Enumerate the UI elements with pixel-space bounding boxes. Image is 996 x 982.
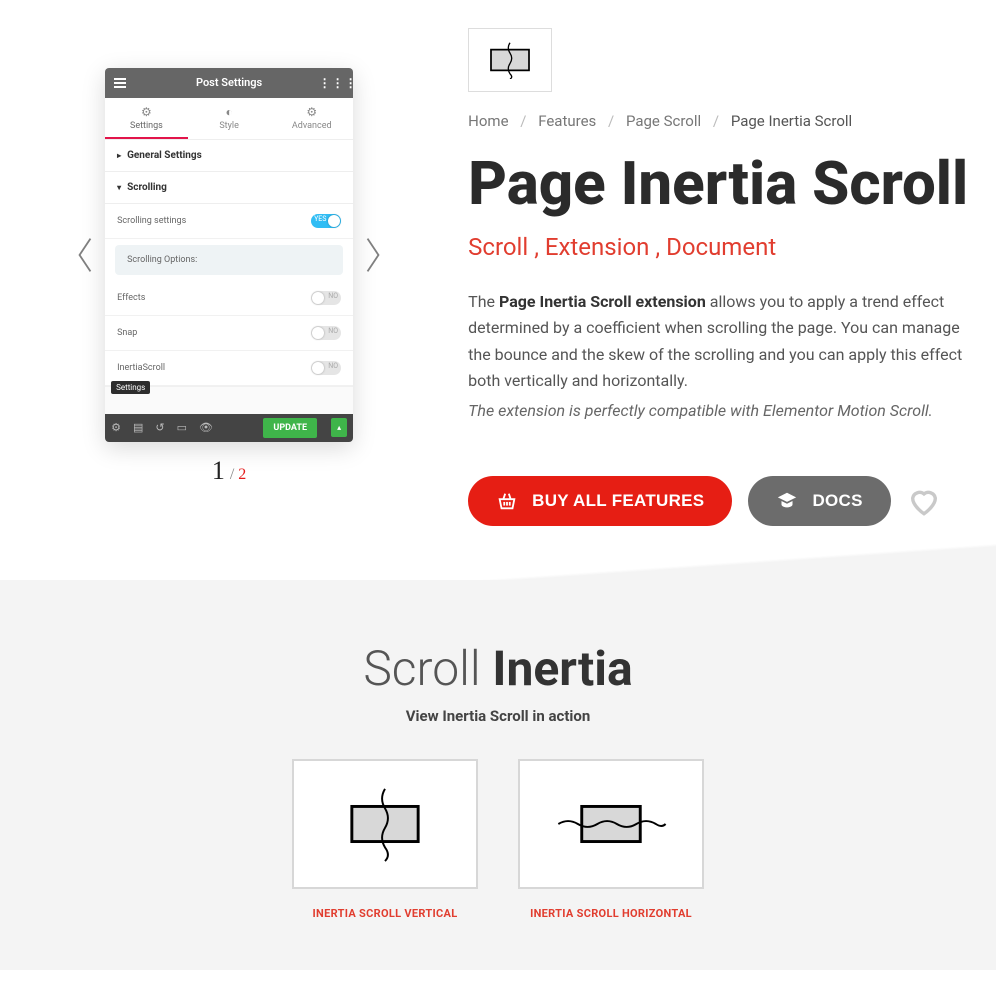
breadcrumb: Home / Features / Page Scroll / Page Ine…	[468, 112, 976, 130]
tab-settings[interactable]: ⚙ Settings	[105, 98, 188, 139]
tag-document[interactable]: Document	[666, 233, 776, 261]
gear-icon: ⚙	[305, 105, 319, 119]
carousel-counter: 1 / 2	[65, 456, 393, 486]
description-note: The extension is perfectly compatible wi…	[468, 401, 976, 420]
card-label-vertical: INERTIA SCROLL VERTICAL	[292, 907, 478, 920]
toggle-effects[interactable]: NO	[311, 291, 341, 305]
card-inertia-vertical[interactable]	[292, 759, 478, 889]
feature-thumbnail	[468, 28, 552, 92]
section-scrolling[interactable]: ▾ Scrolling	[105, 172, 353, 204]
card-label-horizontal: INERTIA SCROLL HORIZONTAL	[518, 907, 704, 920]
tab-advanced[interactable]: ⚙ Advanced	[270, 98, 353, 139]
description: The Page Inertia Scroll extension allows…	[468, 289, 976, 395]
tab-style[interactable]: ◐ Style	[188, 98, 271, 139]
breadcrumb-pagescroll[interactable]: Page Scroll	[626, 112, 701, 130]
gear-icon[interactable]: ⚙	[111, 421, 121, 434]
buy-all-button[interactable]: BUY ALL FEATURES	[468, 476, 732, 526]
carousel-next[interactable]	[353, 235, 393, 275]
gear-icon: ⚙	[139, 105, 153, 119]
toggle-snap[interactable]: NO	[311, 326, 341, 340]
panel-title: Post Settings	[196, 76, 262, 89]
settings-panel: Post Settings ⋮⋮⋮ ⚙ Settings ◐ Style	[105, 68, 353, 442]
basket-icon	[496, 490, 518, 512]
history-icon[interactable]: ↺	[155, 421, 164, 434]
favorite-button[interactable]	[907, 484, 941, 518]
section-heading: Scroll Inertia	[0, 640, 996, 697]
update-button[interactable]: UPDATE	[263, 418, 317, 438]
layers-icon[interactable]: ▤	[133, 421, 143, 434]
row-scrolling-options: Scrolling Options:	[115, 245, 343, 275]
toggle-scrolling-settings[interactable]: YES	[311, 214, 341, 228]
settings-tooltip: Settings	[111, 381, 150, 394]
eye-icon[interactable]: 👁	[199, 421, 213, 434]
section-general[interactable]: ▸ General Settings	[105, 140, 353, 172]
grid-icon[interactable]: ⋮⋮⋮	[331, 76, 345, 90]
row-scrolling-settings: Scrolling settings YES	[105, 204, 353, 239]
breadcrumb-current: Page Inertia Scroll	[731, 112, 852, 130]
responsive-icon[interactable]: ▭	[177, 421, 187, 434]
hamburger-icon[interactable]	[113, 76, 127, 90]
page-title: Page Inertia Scroll	[468, 152, 976, 215]
tag-scroll[interactable]: Scroll	[468, 233, 528, 261]
chevron-down-icon: ▾	[117, 183, 121, 192]
breadcrumb-features[interactable]: Features	[538, 112, 596, 130]
contrast-icon: ◐	[222, 105, 236, 119]
breadcrumb-home[interactable]: Home	[468, 112, 508, 130]
toggle-inertia[interactable]: NO	[311, 361, 341, 375]
row-snap: Snap NO	[105, 316, 353, 351]
row-effects: Effects NO	[105, 281, 353, 316]
tag-extension[interactable]: Extension	[545, 233, 650, 261]
tag-list: Scroll , Extension , Document	[468, 233, 976, 261]
docs-button[interactable]: DOCS	[748, 476, 890, 526]
graduation-icon	[776, 490, 798, 512]
carousel-prev[interactable]	[65, 235, 105, 275]
chevron-right-icon: ▸	[117, 151, 121, 160]
update-caret[interactable]: ▴	[331, 418, 347, 437]
card-inertia-horizontal[interactable]	[518, 759, 704, 889]
section-subheading: View Inertia Scroll in action	[0, 707, 996, 725]
